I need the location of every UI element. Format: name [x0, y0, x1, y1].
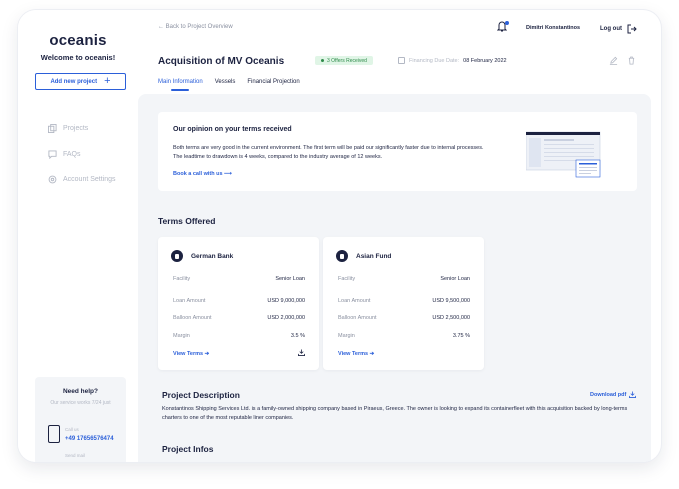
facility-label: Facility [173, 276, 191, 282]
sidebar-item-account-settings[interactable]: Account Settings [48, 175, 116, 184]
balloon-label: Balloon Amount [173, 315, 212, 321]
facility-row: Facility Senior Loan [338, 276, 470, 282]
welcome-text: Welcome to oceanis! [40, 53, 116, 62]
help-box: Need help? Our service works 7/24 just C… [35, 377, 126, 462]
margin-row: Margin 3.5 % [173, 333, 305, 339]
loan-row: Loan Amount USD 9,000,000 [173, 298, 305, 304]
tab-bar: Main Information Vessels Financial Proje… [158, 79, 312, 91]
margin-label: Margin [338, 333, 355, 339]
balloon-value: USD 2,000,000 [267, 315, 305, 321]
gear-icon [48, 175, 57, 184]
sidebar-item-projects[interactable]: Projects [48, 124, 88, 133]
download-pdf-button[interactable]: Download pdf [590, 391, 637, 398]
loan-value: USD 9,500,000 [432, 298, 470, 304]
terms-offered-title: Terms Offered [158, 216, 216, 226]
balloon-label: Balloon Amount [338, 315, 377, 321]
status-dot [321, 59, 324, 62]
download-icon [629, 391, 637, 398]
app-window: oceanis Welcome to oceanis! Add new proj… [18, 10, 661, 462]
chat-icon [48, 150, 57, 159]
edit-icon[interactable] [609, 56, 618, 65]
project-description-title: Project Description [162, 390, 240, 400]
book-call-link[interactable]: Book a call with us ⟶ [173, 171, 232, 177]
facility-label: Facility [338, 276, 356, 282]
opinion-title: Our opinion on your terms received [173, 126, 292, 133]
due-date-value: 08 February 2022 [463, 57, 507, 64]
download-icon[interactable] [298, 349, 305, 356]
sidebar-item-faqs[interactable]: FAQs [48, 150, 81, 159]
calendar-icon [398, 57, 405, 64]
bank-name: Asian Fund [356, 252, 392, 260]
dashboard-illustration [526, 131, 601, 178]
view-terms-link[interactable]: View Terms ➔ [338, 351, 374, 357]
logo: oceanis [49, 32, 107, 49]
page-title: Acquisition of MV Oceanis [158, 56, 285, 67]
status-badge: 3 Offers Received [315, 56, 373, 65]
tab-main-information[interactable]: Main Information [158, 79, 203, 91]
loan-value: USD 9,000,000 [267, 298, 305, 304]
phone-number-link[interactable]: +49 17656576474 [65, 436, 114, 442]
margin-value: 3.5 % [290, 333, 305, 339]
sidebar-item-label: FAQs [63, 151, 81, 158]
sidebar-item-label: Projects [63, 125, 89, 132]
trash-icon[interactable] [627, 56, 636, 65]
margin-value: 3.75 % [452, 333, 470, 339]
status-badge-label: 3 Offers Received [327, 57, 367, 64]
balloon-row: Balloon Amount USD 2,500,000 [338, 315, 470, 321]
loan-label: Loan Amount [338, 298, 371, 304]
sidebar: oceanis Welcome to oceanis! Add new proj… [18, 10, 138, 462]
bank-header: Asian Fund [336, 250, 391, 262]
opinion-text: Both terms are very good in the current … [173, 145, 484, 160]
logout-icon [627, 24, 637, 34]
tab-vessels[interactable]: Vessels [215, 79, 236, 91]
bank-icon [171, 250, 183, 262]
loan-row: Loan Amount USD 9,500,000 [338, 298, 470, 304]
opinion-card: Our opinion on your terms received Both … [158, 112, 637, 191]
facility-value: Senior Loan [440, 276, 470, 282]
add-project-button[interactable]: Add new project + [35, 73, 126, 90]
projects-icon [48, 124, 57, 133]
download-pdf-label: Download pdf [590, 391, 627, 398]
user-name[interactable]: Dimitri Konstantinos [526, 25, 580, 31]
logout-button[interactable]: Log out [600, 24, 637, 34]
facility-value: Senior Loan [275, 276, 305, 282]
term-card: German Bank Facility Senior Loan Loan Am… [158, 237, 319, 370]
project-infos-title: Project Infos [162, 444, 214, 454]
help-subtitle: Our service works 7/24 just [50, 400, 111, 406]
due-date-label: Financing Due Date: [409, 57, 460, 64]
view-terms-link[interactable]: View Terms ➔ [173, 351, 209, 357]
term-card: Asian Fund Facility Senior Loan Loan Amo… [323, 237, 484, 370]
financing-due-date: Financing Due Date: 08 February 2022 [398, 57, 507, 64]
project-description-text: Konstantinos Shipping Services Ltd. is a… [162, 406, 628, 421]
main-content: Our opinion on your terms received Both … [138, 94, 651, 462]
call-us-label: Call us [65, 427, 79, 432]
tab-financial-projection[interactable]: Financial Projection [247, 79, 299, 91]
notification-dot [505, 21, 509, 25]
plus-icon: + [104, 75, 111, 87]
add-project-label: Add new project [50, 78, 98, 85]
back-to-overview-link[interactable]: ← Back to Project Overview [158, 24, 233, 30]
margin-row: Margin 3.75 % [338, 333, 470, 339]
bank-name: German Bank [191, 252, 234, 260]
logout-label: Log out [600, 26, 622, 32]
facility-row: Facility Senior Loan [173, 276, 305, 282]
sidebar-item-label: Account Settings [63, 176, 116, 183]
phone-icon [48, 425, 60, 443]
loan-label: Loan Amount [173, 298, 206, 304]
margin-label: Margin [173, 333, 190, 339]
balloon-row: Balloon Amount USD 2,000,000 [173, 315, 305, 321]
help-title: Need help? [62, 388, 99, 395]
balloon-value: USD 2,500,000 [432, 315, 470, 321]
send-mail-link[interactable]: Send mail [65, 453, 85, 458]
bank-icon [336, 250, 348, 262]
bank-header: German Bank [171, 250, 233, 262]
